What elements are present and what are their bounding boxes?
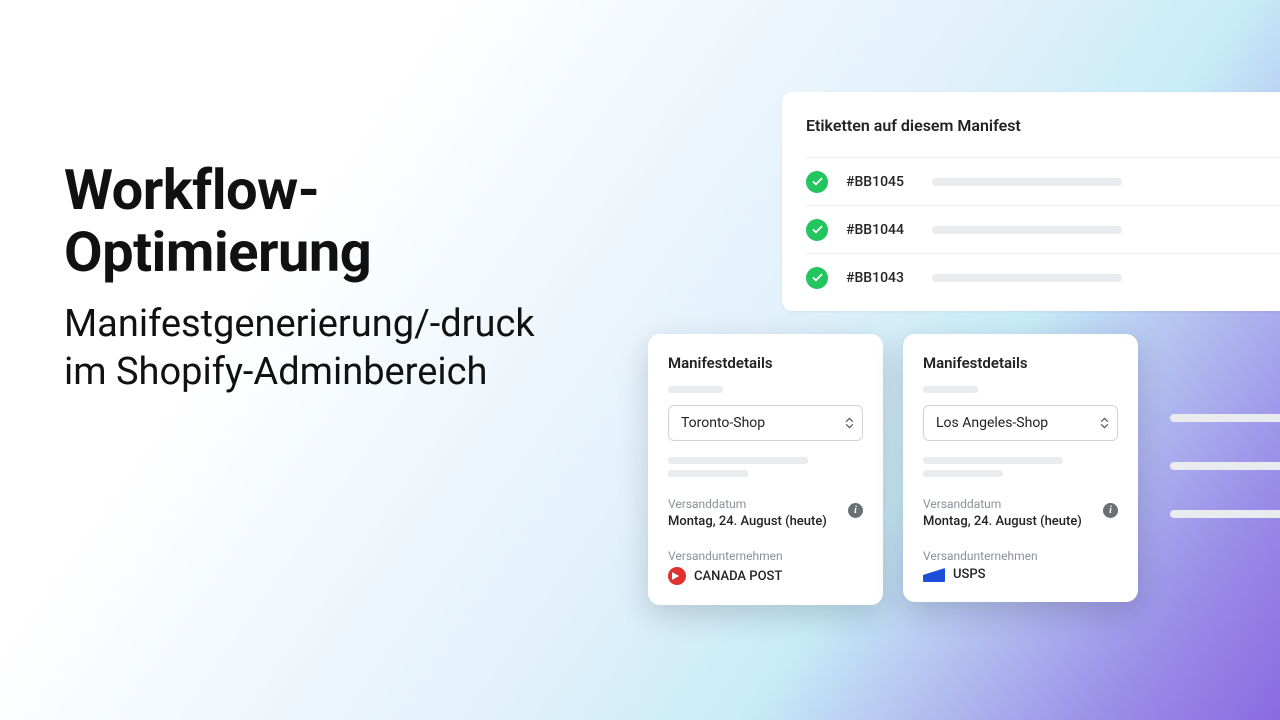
check-icon bbox=[806, 267, 828, 289]
subheadline: Manifestgenerierung/-druck im Shopify-Ad… bbox=[64, 301, 584, 396]
select-caret-icon bbox=[845, 418, 854, 429]
placeholder-bar bbox=[932, 226, 1122, 234]
labels-card-title: Etiketten auf diesem Manifest bbox=[806, 116, 1280, 135]
order-id: #BB1044 bbox=[846, 222, 914, 238]
ship-date-value: Montag, 24. August (heute) bbox=[923, 514, 1118, 529]
placeholder-block bbox=[923, 457, 1118, 477]
placeholder-bar bbox=[932, 178, 1122, 186]
ship-date-label: Versanddatum bbox=[668, 497, 863, 511]
carrier-label: Versandunternehmen bbox=[668, 549, 863, 563]
manifest-details-card-la: Manifestdetails Los Angeles-Shop Versand… bbox=[903, 334, 1138, 602]
placeholder-bar bbox=[932, 274, 1122, 282]
placeholder-row bbox=[1170, 490, 1280, 538]
ship-date-field: Versanddatum Montag, 24. August (heute) … bbox=[668, 497, 863, 529]
carrier-name: USPS bbox=[953, 567, 986, 582]
placeholder-row bbox=[1170, 442, 1280, 490]
placeholder-bar bbox=[668, 386, 723, 393]
select-value: Toronto-Shop bbox=[681, 415, 765, 431]
check-icon bbox=[806, 219, 828, 241]
location-select[interactable]: Los Angeles-Shop bbox=[923, 405, 1118, 441]
card-title: Manifestdetails bbox=[668, 354, 863, 372]
ui-mock-canvas: Etiketten auf diesem Manifest #BB1045 #B… bbox=[640, 92, 1280, 672]
placeholder-row bbox=[1170, 394, 1280, 442]
placeholder-bar bbox=[1170, 414, 1280, 422]
table-row[interactable]: #BB1045 bbox=[806, 157, 1280, 205]
table-row[interactable]: #BB1044 bbox=[806, 205, 1280, 253]
select-caret-icon bbox=[1100, 418, 1109, 429]
info-icon[interactable]: i bbox=[1103, 503, 1118, 518]
location-select[interactable]: Toronto-Shop bbox=[668, 405, 863, 441]
placeholder-bar bbox=[1170, 462, 1280, 470]
manifest-details-card-toronto: Manifestdetails Toronto-Shop Versanddatu… bbox=[648, 334, 883, 605]
marketing-copy: Workflow-Optimierung Manifestgenerierung… bbox=[64, 160, 584, 396]
placeholder-bar bbox=[923, 386, 978, 393]
check-icon bbox=[806, 171, 828, 193]
info-icon[interactable]: i bbox=[848, 503, 863, 518]
ship-date-value: Montag, 24. August (heute) bbox=[668, 514, 863, 529]
labels-on-manifest-card: Etiketten auf diesem Manifest #BB1045 #B… bbox=[782, 92, 1280, 311]
labels-card-continuation bbox=[1170, 394, 1280, 538]
headline: Workflow-Optimierung bbox=[64, 160, 584, 283]
carrier-field: Versandunternehmen CANADA POST bbox=[668, 549, 863, 585]
carrier-field: Versandunternehmen USPS bbox=[923, 549, 1118, 582]
ship-date-field: Versanddatum Montag, 24. August (heute) … bbox=[923, 497, 1118, 529]
carrier-name: CANADA POST bbox=[694, 569, 782, 584]
usps-icon bbox=[923, 568, 945, 582]
canada-post-icon bbox=[668, 567, 686, 585]
carrier-label: Versandunternehmen bbox=[923, 549, 1118, 563]
ship-date-label: Versanddatum bbox=[923, 497, 1118, 511]
order-id: #BB1043 bbox=[846, 270, 914, 286]
select-value: Los Angeles-Shop bbox=[936, 415, 1048, 431]
placeholder-bar bbox=[1170, 510, 1280, 518]
card-title: Manifestdetails bbox=[923, 354, 1118, 372]
order-id: #BB1045 bbox=[846, 174, 914, 190]
placeholder-block bbox=[668, 457, 863, 477]
table-row[interactable]: #BB1043 bbox=[806, 253, 1280, 301]
